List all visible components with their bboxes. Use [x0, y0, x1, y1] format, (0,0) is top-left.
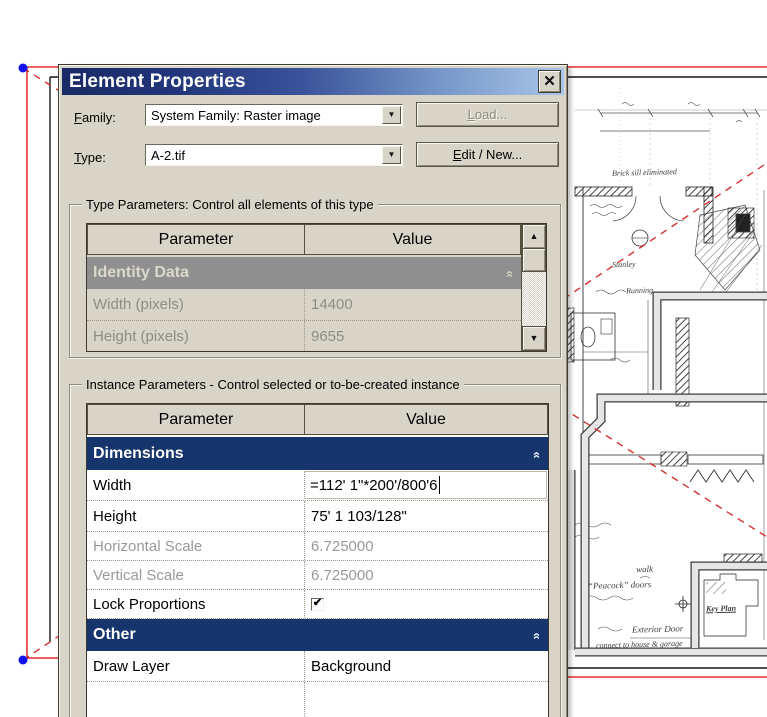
arrow-down-icon: ▼ [529, 333, 539, 343]
dialog-title: Element Properties [69, 70, 246, 92]
parameter-cell: Horizontal Scale [93, 537, 203, 555]
section-identity-data[interactable]: Identity Data » [87, 257, 521, 289]
table-row: Height 75' 1 103/128" [87, 501, 548, 532]
width-value-input[interactable]: =112' 1"*200'/800'6 [304, 471, 547, 499]
empty-table-area [87, 682, 548, 717]
collapse-chevron-icon[interactable]: » [501, 270, 516, 277]
instance-parameters-group-label: Instance Parameters - Control selected o… [82, 377, 464, 392]
parameter-cell: Vertical Scale [93, 566, 184, 584]
family-dropdown[interactable]: System Family: Raster image ▼ [145, 104, 403, 126]
selection-handle-bottom-left[interactable] [18, 655, 28, 665]
family-label: Family: [74, 110, 116, 125]
scrollbar-thumb[interactable] [522, 249, 546, 272]
value-column-header: Value [304, 224, 521, 255]
table-row: Horizontal Scale 6.725000 [87, 532, 548, 561]
collapse-chevron-icon[interactable]: » [528, 632, 543, 639]
instance-parameters-table: Parameter Value Dimensions » Width =112'… [86, 403, 549, 717]
parameter-column-header: Parameter [87, 404, 304, 435]
load-button[interactable]: Load... [416, 102, 559, 127]
parameter-column-header: Parameter [87, 224, 304, 255]
section-dimensions[interactable]: Dimensions » [87, 437, 548, 470]
type-parameters-group-label: Type Parameters: Control all elements of… [82, 197, 378, 212]
family-dropdown-value: System Family: Raster image [151, 107, 321, 123]
horizontal-scale-value-cell: 6.725000 [304, 532, 548, 560]
parameter-cell: Lock Proportions [93, 595, 206, 613]
scroll-up-button[interactable]: ▲ [522, 224, 546, 249]
table-row: Draw Layer Background [87, 651, 548, 682]
parameter-cell: Height [93, 507, 137, 525]
parameter-cell: Width (pixels) [93, 296, 184, 313]
scroll-down-button[interactable]: ▼ [522, 326, 546, 351]
parameter-cell: Draw Layer [93, 657, 170, 675]
value-cell: 9655 [304, 321, 521, 351]
key-plan-label: Key Plan [705, 603, 737, 614]
family-dropdown-button[interactable]: ▼ [382, 106, 401, 124]
text-caret [438, 476, 440, 494]
value-column-header: Value [304, 404, 548, 435]
height-value-cell[interactable]: 75' 1 103/128" [304, 501, 548, 531]
selection-handle-top-left[interactable] [18, 63, 28, 73]
type-dropdown[interactable]: A-2.tif ▼ [145, 144, 403, 166]
vertical-scrollbar[interactable]: ▲ ▼ [521, 224, 546, 351]
lock-proportions-cell: ✔ [304, 590, 548, 618]
parameter-cell: Width [93, 476, 132, 494]
drawing-annotation: Stanley [611, 259, 636, 270]
parameter-cell: Height (pixels) [93, 327, 189, 345]
edit-new-button[interactable]: Edit / New... [416, 142, 559, 167]
arrow-up-icon: ▲ [529, 231, 539, 241]
type-label: Type: [74, 150, 106, 165]
lock-proportions-checkbox[interactable]: ✔ [311, 597, 324, 611]
table-row: Height (pixels) 9655 [87, 321, 521, 351]
checkmark-icon: ✔ [312, 597, 323, 609]
element-properties-dialog: Element Properties ✕ Family: System Fami… [58, 64, 568, 717]
chevron-down-icon: ▼ [387, 110, 396, 119]
table-row: Vertical Scale 6.725000 [87, 561, 548, 590]
table-row: Width (pixels) 14400 [87, 289, 521, 321]
type-parameters-group: Type Parameters: Control all elements of… [69, 197, 561, 358]
drawing-annotation: Brick sill eliminated [611, 167, 677, 178]
table-header: Parameter Value [87, 404, 548, 435]
highlighted-wall-path [566, 291, 767, 657]
value-cell: 14400 [304, 289, 521, 320]
close-button[interactable]: ✕ [538, 70, 561, 93]
drawing-annotation: walk [635, 563, 654, 575]
section-other[interactable]: Other » [87, 619, 548, 651]
drawing-annotation: “Peacock” doors [587, 579, 652, 591]
collapse-chevron-icon[interactable]: » [528, 451, 543, 458]
type-parameters-table: Parameter Value Identity Data » Width (p… [86, 223, 547, 352]
table-row: Width =112' 1"*200'/800'6 [87, 470, 548, 501]
table-row: Lock Proportions ✔ [87, 590, 548, 619]
vertical-scale-value-cell: 6.725000 [304, 561, 548, 589]
table-header: Parameter Value [87, 224, 521, 255]
revit-canvas: Brick sill eliminated Running Stanley wa… [0, 0, 767, 717]
dialog-titlebar[interactable]: Element Properties ✕ [62, 68, 564, 95]
chevron-down-icon: ▼ [387, 150, 396, 159]
draw-layer-value-cell[interactable]: Background [304, 651, 548, 681]
type-dropdown-value: A-2.tif [151, 147, 185, 163]
type-dropdown-button[interactable]: ▼ [382, 146, 401, 164]
close-icon: ✕ [543, 73, 556, 90]
drawing-annotation: Exterior Door [631, 623, 684, 635]
instance-parameters-group: Instance Parameters - Control selected o… [69, 377, 561, 717]
scrollbar-track[interactable] [522, 272, 546, 326]
drawing-annotation: Running [625, 285, 654, 296]
